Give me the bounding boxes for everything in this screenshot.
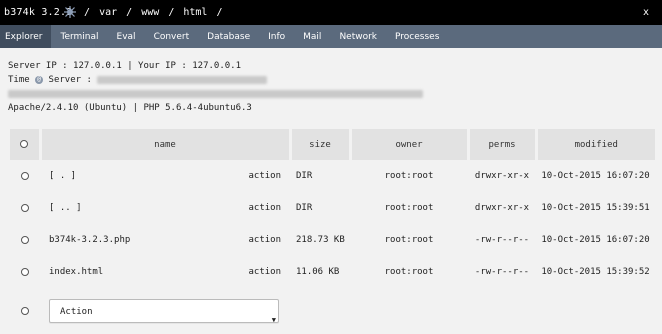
breadcrumb-www[interactable]: www [141, 7, 159, 18]
redacted-line [8, 87, 423, 101]
name-cell: b374k-3.2.3.php action [40, 224, 290, 256]
name-cell: [ . ] action [40, 160, 290, 192]
time-server-line: Time @ Server : [8, 73, 423, 87]
top-bar: b374k 3.2.3 / var / www / html / x [0, 0, 662, 25]
owner-cell: root:root [384, 203, 434, 213]
redacted-text [97, 75, 268, 84]
tab-database[interactable]: Database [198, 25, 259, 48]
perms-cell: drwxr-xr-x [474, 203, 530, 213]
breadcrumb-sep[interactable]: / [168, 7, 174, 18]
col-name[interactable]: name [40, 129, 292, 160]
breadcrumb-sep[interactable]: / [84, 7, 90, 18]
spider-logo-icon [64, 6, 76, 18]
table-row[interactable]: index.html action 11.06 KB root:root -rw… [10, 256, 655, 288]
col-perms[interactable]: perms [468, 129, 538, 160]
select-all-radio[interactable] [20, 140, 29, 148]
close-button[interactable]: x [643, 7, 649, 18]
perms-cell: -rw-r--r-- [474, 235, 530, 245]
row-radio[interactable] [21, 171, 29, 180]
ip-line: Server IP : 127.0.0.1 | Your IP : 127.0.… [8, 61, 241, 71]
main-nav: Explorer Terminal Eval Convert Database … [0, 25, 662, 48]
table-row[interactable]: b374k-3.2.3.php action 218.73 KB root:ro… [10, 224, 655, 256]
file-name[interactable]: index.html [40, 267, 103, 277]
select-all[interactable] [10, 129, 42, 160]
row-radio[interactable] [21, 267, 29, 276]
size-cell: 218.73 KB [296, 235, 345, 245]
breadcrumb-sep[interactable]: / [217, 7, 223, 18]
breadcrumb-html[interactable]: html [183, 7, 207, 18]
breadcrumb-var[interactable]: var [99, 7, 117, 18]
col-modified[interactable]: modified [536, 129, 655, 160]
tab-processes[interactable]: Processes [386, 25, 448, 48]
modified-cell: 10-Oct-2015 15:39:51 [541, 203, 650, 213]
perms-cell: drwxr-xr-x [474, 171, 530, 181]
tab-eval[interactable]: Eval [108, 25, 145, 48]
tab-convert[interactable]: Convert [145, 25, 199, 48]
breadcrumb: / var / www / html / [84, 7, 226, 18]
action-select[interactable]: Action ▼ [49, 299, 279, 324]
file-name[interactable]: b374k-3.2.3.php [40, 235, 130, 245]
software-line: Apache/2.4.10 (Ubuntu) | PHP 5.6.4-4ubun… [8, 103, 252, 113]
tab-mail[interactable]: Mail [294, 25, 330, 48]
file-name[interactable]: [ . ] [40, 171, 76, 181]
table-row[interactable]: [ . ] action DIR root:root drwxr-xr-x 10… [10, 160, 655, 192]
select-all-radio[interactable] [21, 306, 29, 315]
owner-cell: root:root [384, 235, 434, 245]
action-link[interactable]: action [248, 171, 289, 181]
row-radio[interactable] [21, 235, 29, 244]
tab-network[interactable]: Network [330, 25, 386, 48]
modified-cell: 10-Oct-2015 16:07:20 [541, 171, 650, 181]
row-radio[interactable] [21, 203, 29, 212]
tab-terminal[interactable]: Terminal [51, 25, 107, 48]
chevron-down-icon: ▼ [271, 316, 276, 324]
clock-icon: @ [35, 75, 44, 84]
tab-explorer[interactable]: Explorer [0, 25, 52, 48]
tab-info[interactable]: Info [259, 25, 294, 48]
action-link[interactable]: action [248, 203, 289, 213]
redacted-text [8, 89, 423, 98]
action-link[interactable]: action [248, 267, 289, 277]
action-row: Action ▼ [10, 288, 655, 334]
owner-cell: root:root [384, 171, 434, 181]
modified-cell: 10-Oct-2015 15:39:52 [541, 267, 650, 277]
perms-cell: -rw-r--r-- [474, 267, 530, 277]
name-cell: index.html action [40, 256, 290, 288]
size-cell: DIR [296, 203, 313, 213]
server-label: Server : [48, 75, 92, 85]
file-name[interactable]: [ .. ] [40, 203, 82, 213]
size-cell: 11.06 KB [296, 267, 340, 277]
breadcrumb-sep[interactable]: / [126, 7, 132, 18]
time-label: Time [8, 75, 30, 85]
server-info: Server IP : 127.0.0.1 | Your IP : 127.0.… [8, 59, 423, 115]
size-cell: DIR [296, 171, 313, 181]
action-link[interactable]: action [248, 235, 289, 245]
table-header: name size owner perms modified [10, 129, 655, 160]
table-row[interactable]: [ .. ] action DIR root:root drwxr-xr-x 1… [10, 192, 655, 224]
col-size[interactable]: size [290, 129, 352, 160]
action-select-value: Action [60, 307, 93, 317]
name-cell: [ .. ] action [40, 192, 290, 224]
col-owner[interactable]: owner [350, 129, 470, 160]
modified-cell: 10-Oct-2015 16:07:20 [541, 235, 650, 245]
file-table: name size owner perms modified [ . ] act… [10, 129, 655, 334]
owner-cell: root:root [384, 267, 434, 277]
